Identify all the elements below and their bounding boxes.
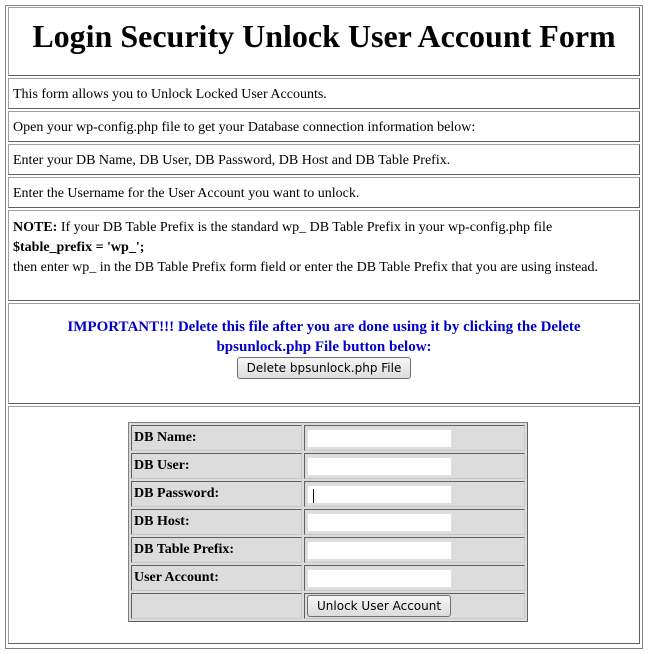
user-account-label: User Account: <box>131 565 302 591</box>
db-host-label: DB Host: <box>131 509 302 535</box>
db-name-label: DB Name: <box>131 425 302 451</box>
note-text: If your DB Table Prefix is the standard … <box>57 220 553 235</box>
info-line-username: Enter the Username for the User Account … <box>8 177 640 208</box>
important-warning: IMPORTANT!!! Delete this file after you … <box>67 319 581 355</box>
note-text-2: then enter wp_ in the DB Table Prefix fo… <box>13 260 598 275</box>
unlock-form-container: Login Security Unlock User Account Form … <box>5 5 643 649</box>
info-line-intro: This form allows you to Unlock Locked Us… <box>8 78 640 109</box>
db-user-label: DB User: <box>131 453 302 479</box>
db-name-input[interactable] <box>307 428 452 448</box>
info-line-config: Open your wp-config.php file to get your… <box>8 111 640 142</box>
note-cell: NOTE: If your DB Table Prefix is the sta… <box>8 210 640 301</box>
form-row-db-user: DB User: <box>131 453 525 479</box>
db-password-input[interactable] <box>307 484 452 504</box>
db-host-input[interactable] <box>307 512 452 532</box>
info-line-db-fields: Enter your DB Name, DB User, DB Password… <box>8 144 640 175</box>
note-label: NOTE: <box>13 220 58 235</box>
text-cursor <box>313 489 314 503</box>
form-row-db-password: DB Password: <box>131 481 525 507</box>
empty-cell <box>131 593 302 619</box>
db-user-input[interactable] <box>307 456 452 476</box>
db-password-label: DB Password: <box>131 481 302 507</box>
unlock-user-account-button[interactable]: Unlock User Account <box>307 595 452 617</box>
db-form-table: DB Name: DB User: DB Password: DB Host: … <box>128 422 528 622</box>
important-cell: IMPORTANT!!! Delete this file after you … <box>8 303 640 404</box>
db-table-prefix-label: DB Table Prefix: <box>131 537 302 563</box>
db-table-prefix-input[interactable] <box>307 540 452 560</box>
note-code: $table_prefix = 'wp_'; <box>13 240 145 255</box>
form-cell: DB Name: DB User: DB Password: DB Host: … <box>8 406 640 644</box>
delete-file-button[interactable]: Delete bpsunlock.php File <box>236 357 412 379</box>
form-row-submit: Unlock User Account <box>131 593 525 619</box>
form-row-db-host: DB Host: <box>131 509 525 535</box>
form-row-user-account: User Account: <box>131 565 525 591</box>
form-row-db-name: DB Name: <box>131 425 525 451</box>
user-account-input[interactable] <box>307 568 452 588</box>
form-row-db-table-prefix: DB Table Prefix: <box>131 537 525 563</box>
page-title: Login Security Unlock User Account Form <box>32 18 616 54</box>
title-cell: Login Security Unlock User Account Form <box>8 7 640 76</box>
